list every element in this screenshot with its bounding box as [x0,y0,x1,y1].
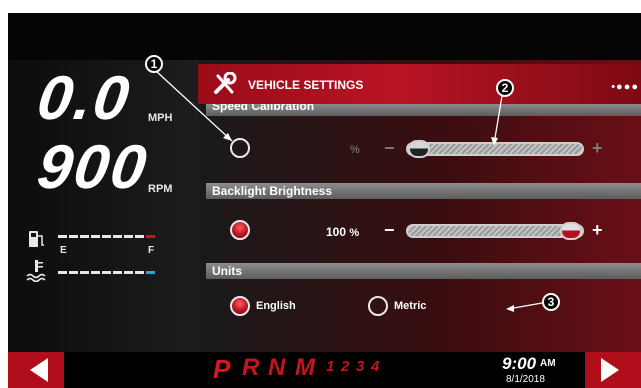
coolant-gauge-segment [80,271,89,274]
fuel-gauge-segment [102,235,111,238]
coolant-gauge-segment [135,271,144,274]
speed-value: 0.0 [33,64,136,133]
fuel-gauge-segment [58,235,67,238]
callout-2: 2 [496,79,514,97]
gear-park: P [213,354,231,384]
coolant-gauge-bar [58,271,158,274]
page-indicator[interactable]: •●●● [611,81,639,93]
backlight-brightness-label: Backlight Brightness [212,184,333,198]
settings-title: VEHICLE SETTINGS [248,78,364,92]
clock-time: 9:00 [502,354,537,373]
rpm-value: 900 [33,133,153,202]
speed-calibration-minus-button[interactable]: − [384,138,395,159]
section-speed-calibration: Speed Calibration [206,104,641,116]
fuel-gauge-segment [69,235,78,238]
clock-date: 8/1/2018 [506,374,545,385]
gear-4: 4 [371,358,380,375]
units-metric-label[interactable]: Metric [394,300,426,312]
vehicle-display: 0.0 MPH 900 RPM E F VEHICLE SETTINGS •●●… [8,13,641,388]
settings-panel: VEHICLE SETTINGS •●●● Speed Calibration … [198,60,641,352]
fuel-empty-label: E [60,245,67,256]
fuel-gauge-segment [146,235,155,238]
settings-header: VEHICLE SETTINGS •●●● [198,64,641,104]
speed-calibration-radio[interactable] [230,138,250,158]
backlight-slider[interactable] [406,222,584,240]
coolant-gauge-segment [124,271,133,274]
gear-1: 1 [326,358,335,375]
fuel-gauge-segment [113,235,122,238]
callout-1: 1 [145,55,163,73]
backlight-minus-button[interactable]: − [384,220,395,241]
fuel-pump-icon [29,231,44,247]
backlight-radio[interactable] [230,220,250,240]
gear-2: 2 [341,358,350,375]
previous-page-button[interactable] [8,352,64,388]
gear-3: 3 [356,358,365,375]
speed-calibration-plus-button[interactable]: + [592,138,603,159]
coolant-gauge-segment [102,271,111,274]
gauge-panel: 0.0 MPH 900 RPM E F [8,60,198,352]
section-backlight-brightness: Backlight Brightness [206,183,641,199]
backlight-slider-knob[interactable] [560,222,582,240]
speed-unit: MPH [148,112,173,124]
coolant-gauge-segment [69,271,78,274]
backlight-value: 100 % [326,225,360,239]
fuel-gauge-bar [58,235,158,238]
coolant-gauge-segment [58,271,67,274]
units-metric-radio[interactable] [368,296,388,316]
next-page-button[interactable] [585,352,641,388]
fuel-gauge-segment [135,235,144,238]
units-english-radio[interactable] [230,296,250,316]
coolant-gauge-segment [91,271,100,274]
backlight-plus-button[interactable]: + [592,220,603,241]
rpm-unit: RPM [148,183,173,195]
speed-calibration-slider[interactable] [406,140,584,158]
coolant-gauge-segment [146,271,155,274]
section-units: Units [206,263,641,279]
fuel-gauge-segment [124,235,133,238]
speed-calibration-label: Speed Calibration [212,104,315,113]
gear-manual: M [295,354,315,381]
units-english-label[interactable]: English [256,300,296,312]
fuel-gauge-segment [91,235,100,238]
wrench-screwdriver-icon [214,72,237,94]
speed-calibration-slider-knob[interactable] [408,140,430,158]
gear-status-bar: P R N M 1 2 3 4 9:00 AM 8/1/2018 [8,352,641,388]
callout-3: 3 [542,293,560,311]
fuel-gauge-segment [80,235,89,238]
coolant-gauge-segment [113,271,122,274]
clock-ampm: AM [540,358,556,369]
gear-neutral: N [268,354,286,381]
speed-calibration-unit: % [350,144,360,156]
units-label: Units [212,264,242,278]
coolant-temperature-icon [26,260,46,282]
arrow-left-icon [30,358,48,382]
gear-reverse: R [242,354,260,381]
fuel-full-label: F [148,245,155,256]
arrow-right-icon [601,358,619,382]
